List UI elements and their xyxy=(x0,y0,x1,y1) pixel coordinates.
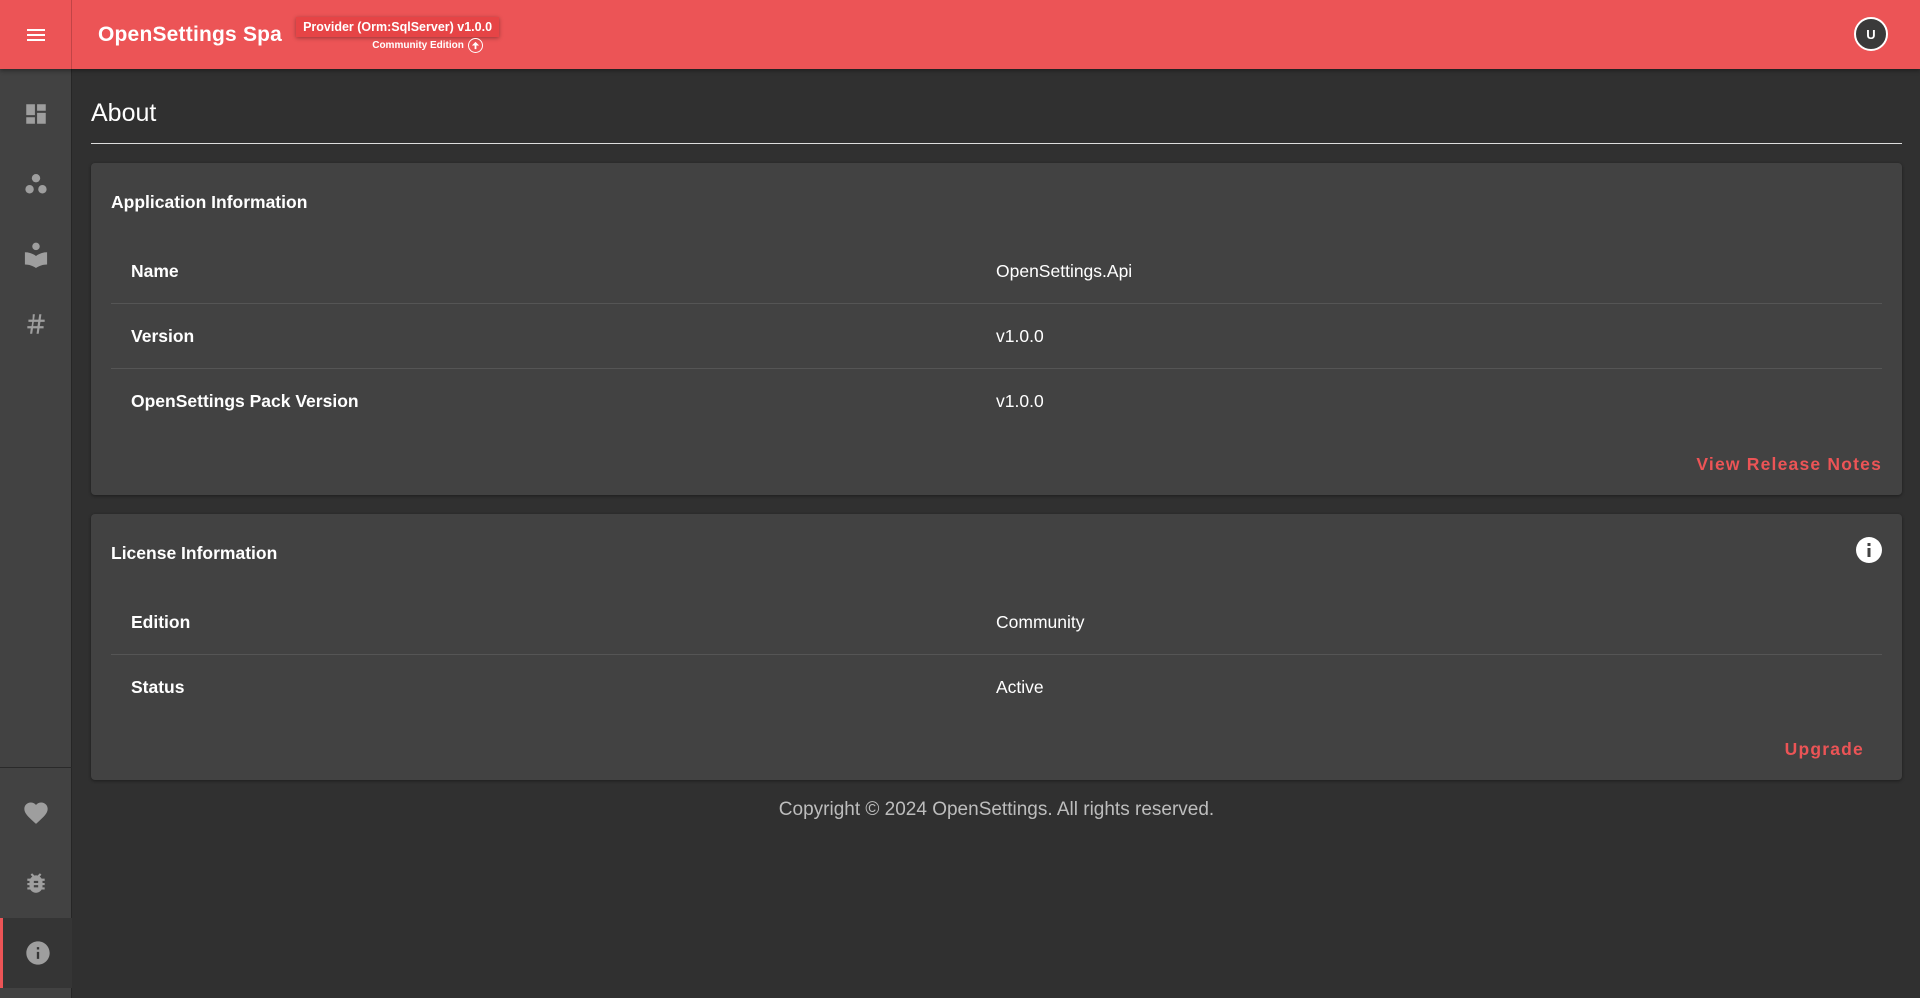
hamburger-menu-icon[interactable] xyxy=(0,0,72,69)
sidebar-item-dashboard[interactable] xyxy=(0,79,72,149)
row-value: v1.0.0 xyxy=(996,325,1044,346)
row-value: v1.0.0 xyxy=(996,391,1044,411)
row-value: Community xyxy=(996,611,1085,632)
card-title: Application Information xyxy=(111,192,308,212)
apps-group-icon xyxy=(25,173,47,194)
table-row: OpenSettings Pack Version v1.0.0 xyxy=(111,369,1882,434)
table-row: Edition Community xyxy=(111,590,1882,655)
edition-label: Community Edition xyxy=(372,40,464,51)
upgrade-button[interactable]: Upgrade xyxy=(1785,739,1864,760)
table-row: Status Active xyxy=(111,655,1882,720)
table-row: Name OpenSettings.Api xyxy=(111,239,1882,304)
row-label: Name xyxy=(131,260,179,281)
avatar[interactable]: U xyxy=(1854,17,1888,51)
footer-copyright: Copyright © 2024 OpenSettings. All right… xyxy=(778,799,1215,820)
sidebar-item-about[interactable] xyxy=(0,918,72,988)
sidebar xyxy=(0,69,72,998)
sidebar-item-apps[interactable] xyxy=(0,149,72,219)
app-bar: OpenSettings Spa Provider (Orm:SqlServer… xyxy=(0,0,1920,69)
dashboard-icon xyxy=(26,104,46,124)
license-info-card: License Information Edition Community St… xyxy=(91,514,1902,780)
table-row: Version v1.0.0 xyxy=(111,304,1882,369)
provider-badge: Provider (Orm:SqlServer) v1.0.0 xyxy=(296,17,500,37)
sidebar-item-sponsor[interactable] xyxy=(0,778,72,848)
sidebar-item-reader[interactable] xyxy=(0,219,72,289)
upgrade-arrow-icon[interactable] xyxy=(467,38,483,53)
sidebar-item-report-bug[interactable] xyxy=(0,848,72,918)
application-info-card: Application Information Name OpenSetting… xyxy=(91,163,1902,495)
view-release-notes-button[interactable]: View Release Notes xyxy=(1696,454,1882,475)
hash-icon xyxy=(27,314,45,334)
page-title: About xyxy=(91,99,1902,144)
main-content: About Application Information Name OpenS… xyxy=(91,69,1902,821)
bug-icon xyxy=(27,873,45,893)
row-label: Status xyxy=(131,677,185,697)
row-label: Edition xyxy=(131,611,191,632)
card-title: License Information xyxy=(111,543,278,563)
row-value: OpenSettings.Api xyxy=(996,260,1133,281)
sidebar-divider xyxy=(0,767,72,768)
reader-icon xyxy=(24,242,48,268)
provider-chip: Provider (Orm:SqlServer) v1.0.0 Communit… xyxy=(296,17,500,53)
app-title[interactable]: OpenSettings Spa xyxy=(98,23,282,47)
row-value: Active xyxy=(996,677,1044,697)
heart-icon xyxy=(24,802,48,824)
row-label: OpenSettings Pack Version xyxy=(131,391,359,411)
info-icon xyxy=(25,941,50,965)
edition-line[interactable]: Community Edition xyxy=(372,38,483,53)
sidebar-item-tags[interactable] xyxy=(0,289,72,359)
row-label: Version xyxy=(131,325,195,346)
license-info-icon[interactable] xyxy=(1856,537,1882,563)
